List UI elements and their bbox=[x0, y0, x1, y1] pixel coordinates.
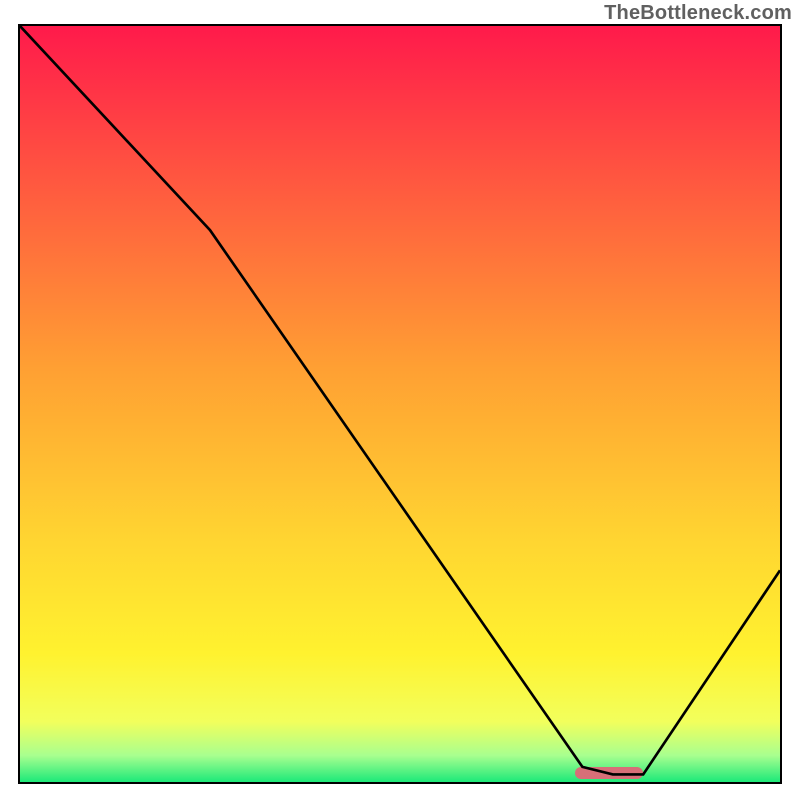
curve-path bbox=[20, 26, 780, 774]
watermark-text: TheBottleneck.com bbox=[604, 2, 792, 25]
bottleneck-curve bbox=[20, 26, 780, 782]
chart-plot-area bbox=[18, 24, 782, 784]
